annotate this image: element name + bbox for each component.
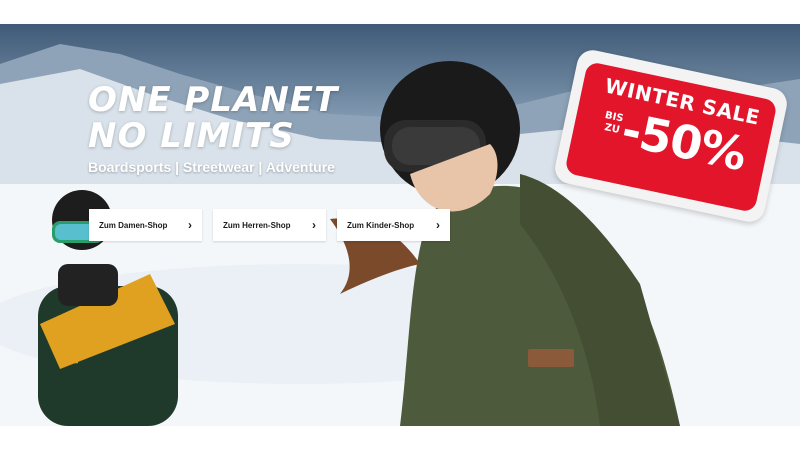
- womens-shop-button[interactable]: Zum Damen-Shop ›: [89, 209, 202, 241]
- headline-line-2: NO LIMITS: [88, 116, 295, 156]
- kids-shop-label: Zum Kinder-Shop: [347, 220, 415, 230]
- chevron-right-icon: ›: [436, 218, 440, 232]
- hero-headline: ONE PLANET NO LIMITS: [88, 82, 338, 154]
- kids-shop-button[interactable]: Zum Kinder-Shop ›: [337, 209, 450, 241]
- chevron-right-icon: ›: [188, 218, 192, 232]
- womens-shop-label: Zum Damen-Shop: [99, 220, 168, 230]
- svg-text:DC: DC: [71, 351, 80, 364]
- mens-shop-button[interactable]: Zum Herren-Shop ›: [213, 209, 326, 241]
- hero-banner[interactable]: DC ONE PLANET NO LIMITS Boardsports | St…: [0, 24, 800, 426]
- mens-shop-label: Zum Herren-Shop: [223, 220, 291, 230]
- winter-sale-badge[interactable]: WINTER SALE BIS ZU -50%: [552, 47, 790, 225]
- chevron-right-icon: ›: [312, 218, 316, 232]
- badge-prefix-zu: ZU: [603, 122, 621, 137]
- headline-line-1: ONE PLANET: [88, 80, 339, 120]
- hero-tagline: Boardsports | Streetwear | Adventure: [88, 159, 335, 175]
